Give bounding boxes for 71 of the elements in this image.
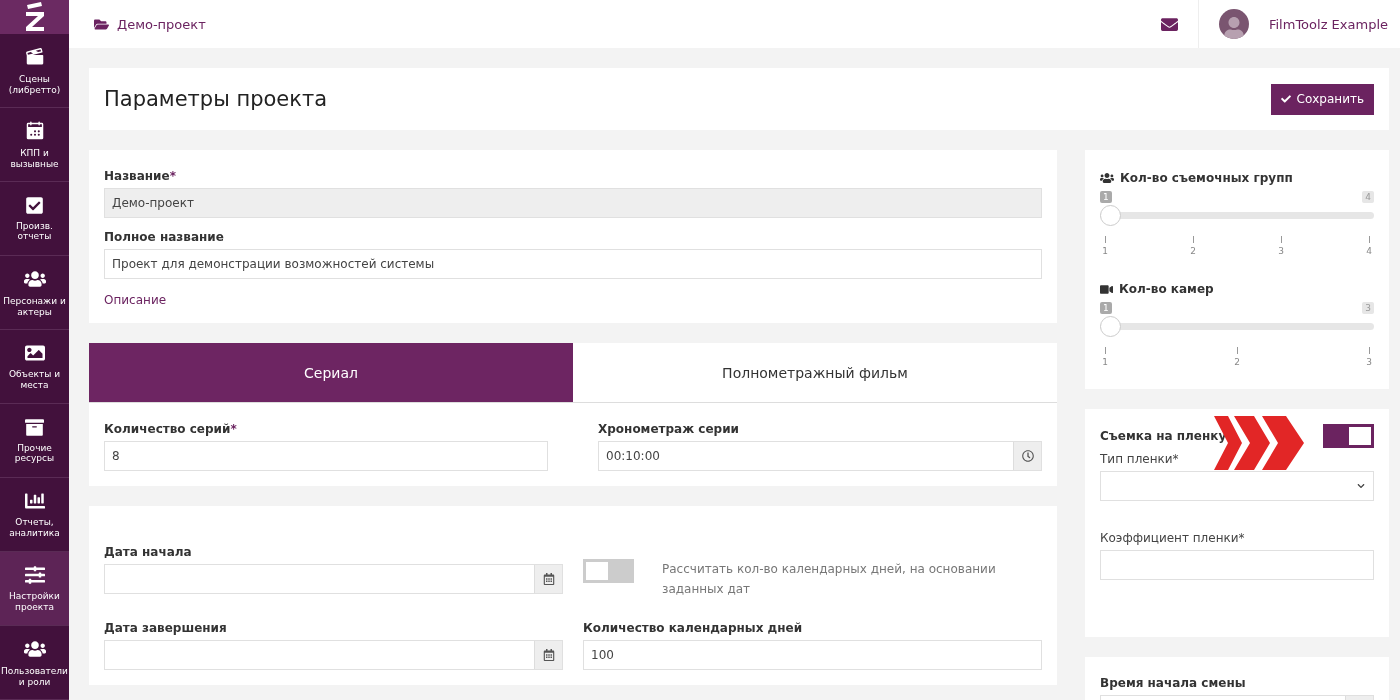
save-button[interactable]: Сохранить <box>1270 83 1374 115</box>
field-label: Дата завершения <box>104 621 228 635</box>
tick-label: 3 <box>1364 347 1374 367</box>
logo[interactable] <box>0 0 69 34</box>
tick-label: 1 <box>1100 347 1110 367</box>
sidebar-item[interactable]: Отчеты, аналитика <box>0 478 69 552</box>
input-field[interactable]: Демо-проект <box>104 188 1042 218</box>
logo-icon <box>23 2 46 32</box>
slider-track[interactable] <box>1100 205 1374 226</box>
tick-label: 3 <box>1276 236 1286 256</box>
clock-icon <box>1021 450 1034 462</box>
input-field[interactable]: Проект для демонстрации возможностей системы <box>104 249 1042 279</box>
camera-icon <box>1100 282 1113 296</box>
sidebar-item[interactable]: Объекты и места <box>0 330 69 404</box>
input-field[interactable]: 100 <box>583 640 1042 670</box>
user-name[interactable]: FilmToolz Example <box>1268 16 1388 32</box>
date-field[interactable] <box>104 640 563 670</box>
sidebar-item[interactable]: Пользователи и роли <box>0 626 69 700</box>
sidebar-item[interactable]: Настройки проекта <box>0 552 69 626</box>
tick-label: 4 <box>1364 236 1374 256</box>
sidebar-item[interactable]: Сцены (либретто) <box>0 34 69 108</box>
field-label: Количество календарных дней <box>583 621 804 635</box>
select-field[interactable] <box>1100 471 1374 501</box>
users-icon <box>1100 171 1114 185</box>
field-label: Время начала смены <box>1100 676 1247 690</box>
field-label: Дата начала <box>104 545 193 559</box>
field-label: Количество серий* <box>104 422 238 436</box>
field-label: Коэффициент пленки* <box>1100 531 1246 545</box>
slider-label: Кол-во камер <box>1119 282 1214 296</box>
calendar-icon <box>542 573 555 585</box>
input-field[interactable] <box>1100 550 1374 580</box>
slider-track[interactable] <box>1100 316 1374 337</box>
toggle-switch[interactable] <box>1323 424 1374 448</box>
input-field[interactable]: 8 <box>104 441 548 471</box>
field-label: Тип пленки* <box>1100 452 1180 466</box>
checkbox-icon <box>25 195 44 215</box>
tick-label: 2 <box>1188 236 1198 256</box>
toggle-label: Съемка на пленку <box>1100 428 1227 443</box>
toggle-label: Рассчитать кол-во календарных дней, на основании заданных дат <box>662 561 997 598</box>
slider-thumb[interactable] <box>1100 316 1121 337</box>
sidebar-item[interactable]: Прочие ресурсы <box>0 404 69 478</box>
mail-icon[interactable] <box>1160 15 1178 33</box>
field-label: Название* <box>104 169 177 183</box>
min-value-chip: 1 <box>1100 302 1112 314</box>
chevron-down-icon <box>1357 482 1365 490</box>
avatar[interactable] <box>1218 9 1249 39</box>
breadcrumb-link[interactable]: Демо-проект <box>117 16 1161 32</box>
date-field[interactable] <box>104 564 563 594</box>
sidebar-item[interactable]: Персонажи и актеры <box>0 256 69 330</box>
page-title: Параметры проекта <box>104 87 328 111</box>
check-icon <box>1280 94 1291 104</box>
sidebar-item[interactable]: КПП и вызывные <box>0 108 69 182</box>
bar-chart-icon <box>24 491 45 512</box>
calendar-icon <box>542 649 555 661</box>
min-value-chip: 1 <box>1100 191 1112 203</box>
tab[interactable]: Сериал <box>89 343 573 402</box>
sidebar-item[interactable]: Произв. отчеты <box>0 182 69 256</box>
sliders-icon <box>24 565 45 586</box>
slider-label: Кол-во съемочных групп <box>1120 171 1293 185</box>
time-field[interactable]: 00:10:00 <box>598 441 1042 471</box>
tick-label: 1 <box>1100 236 1110 256</box>
field-label: Полное название <box>104 230 225 244</box>
slider-thumb[interactable] <box>1100 205 1121 226</box>
tick-label: 2 <box>1232 347 1242 367</box>
toggle-switch[interactable] <box>583 559 634 583</box>
image-icon <box>24 343 45 364</box>
max-value-chip: 4 <box>1362 191 1374 203</box>
max-value-chip: 3 <box>1362 302 1374 314</box>
description-link[interactable]: Описание <box>104 293 167 307</box>
field-label: Хронометраж серии <box>598 422 740 436</box>
archive-icon <box>25 417 44 437</box>
